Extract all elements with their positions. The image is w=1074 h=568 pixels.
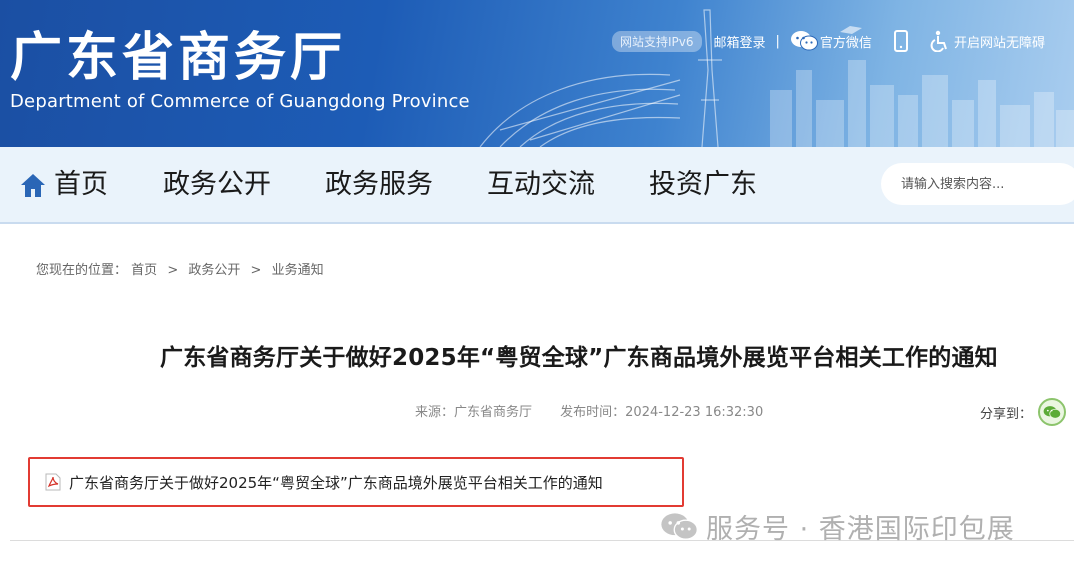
share-bar: 分享到： xyxy=(980,398,1067,426)
mail-login-link[interactable]: 邮箱登录 xyxy=(714,32,766,51)
breadcrumb-label: 您现在的位置： xyxy=(36,263,128,278)
wechat-icon xyxy=(790,31,818,51)
accessibility-link[interactable]: 开启网站无障碍 xyxy=(930,30,1045,52)
nav-item-invest[interactable]: 投资广东 xyxy=(649,167,757,203)
top-links: 网站支持IPv6 邮箱登录 | 官方微信 开启网站无障碍 xyxy=(612,28,1045,54)
nav-item-gov-affairs[interactable]: 政务公开 xyxy=(163,167,271,203)
link-separator: | xyxy=(775,33,780,49)
attachment-link[interactable]: 广东省商务厅关于做好2025年“粤贸全球”广东商品境外展览平台相关工作的通知 xyxy=(28,457,684,507)
nav-item-gov-services[interactable]: 政务服务 xyxy=(325,167,433,203)
share-label: 分享到： xyxy=(980,406,1033,422)
accessibility-label: 开启网站无障碍 xyxy=(953,35,1045,51)
article-source: 来源：广东省商务厅 xyxy=(415,405,533,420)
breadcrumb-item-notices[interactable]: 业务通知 xyxy=(272,263,324,278)
nav-item-interaction[interactable]: 互动交流 xyxy=(487,167,595,203)
watermark-text: 服务号 · 香港国际印包展 xyxy=(706,514,1015,545)
ipv6-badge: 网站支持IPv6 xyxy=(612,30,702,52)
pdf-icon xyxy=(45,473,61,491)
wechat-watermark-icon xyxy=(661,512,698,540)
wechat-link[interactable]: 官方微信 xyxy=(790,30,872,52)
breadcrumb-item-home[interactable]: 首页 xyxy=(131,263,157,278)
wechat-label: 官方微信 xyxy=(819,35,872,51)
breadcrumb-separator: > xyxy=(250,263,262,278)
share-wechat-icon xyxy=(1043,405,1062,419)
article-publish-time: 发布时间：2024-12-23 16:32:30 xyxy=(560,405,764,420)
home-icon xyxy=(21,174,45,197)
accessibility-icon xyxy=(930,30,947,52)
breadcrumb-separator: > xyxy=(167,263,179,278)
search-input[interactable] xyxy=(881,163,1074,205)
nav-item-home[interactable]: 首页 xyxy=(20,167,108,203)
attachment-title: 广东省商务厅关于做好2025年“粤贸全球”广东商品境外展览平台相关工作的通知 xyxy=(69,473,603,492)
header-banner: 广东省商务厅 Department of Commerce of Guangdo… xyxy=(0,0,1074,147)
share-wechat-button[interactable] xyxy=(1038,398,1067,426)
site-title[interactable]: 广东省商务厅 xyxy=(10,28,346,88)
phone-icon xyxy=(893,30,908,52)
article-meta: 来源：广东省商务厅 发布时间：2024-12-23 16:32:30 xyxy=(415,401,763,420)
nav-home-label: 首页 xyxy=(54,169,108,200)
breadcrumb: 您现在的位置： 首页 > 政务公开 > 业务通知 xyxy=(36,259,324,278)
city-skyline-illustration xyxy=(479,9,1074,147)
watermark: 服务号 · 香港国际印包展 xyxy=(660,507,1015,546)
mobile-link[interactable] xyxy=(893,30,908,52)
breadcrumb-item-gov-affairs[interactable]: 政务公开 xyxy=(188,263,240,278)
article-title: 广东省商务厅关于做好2025年“粤贸全球”广东商品境外展览平台相关工作的通知 xyxy=(160,345,998,371)
site-subtitle: Department of Commerce of Guangdong Prov… xyxy=(10,91,470,112)
